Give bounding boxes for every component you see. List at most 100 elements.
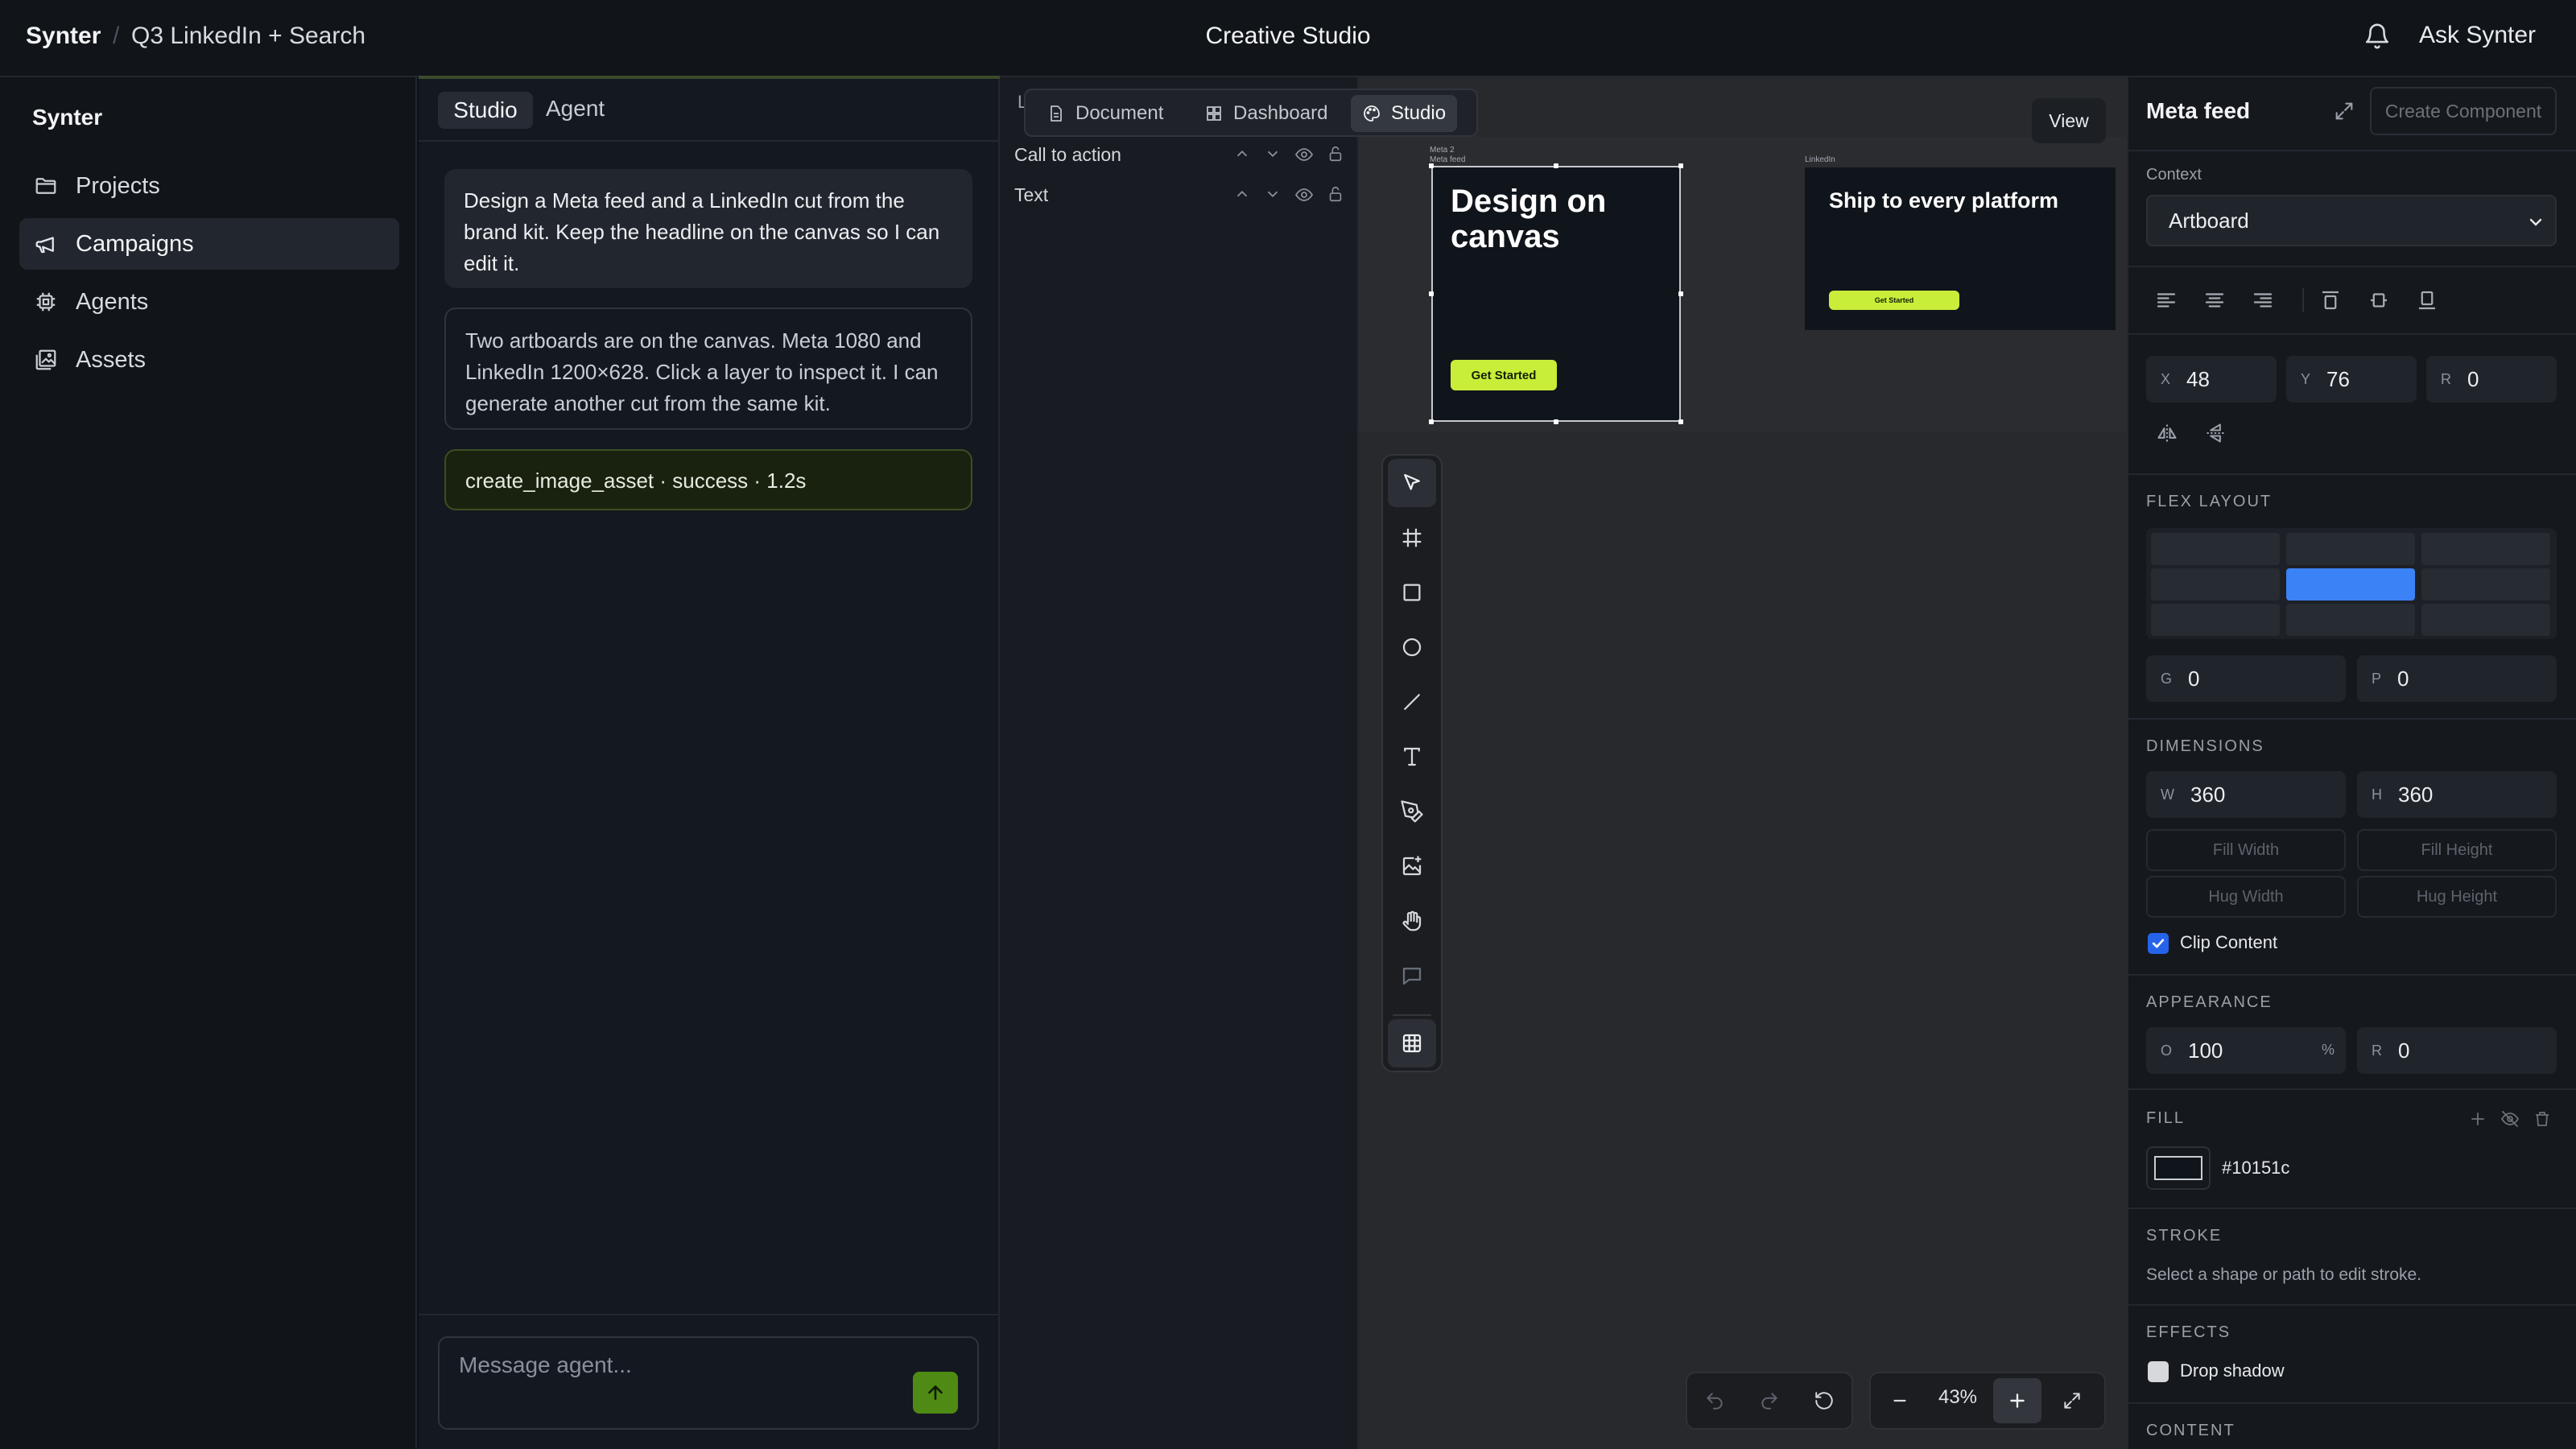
sidebar-item-campaigns[interactable]: Campaigns [19,218,399,270]
zoom-out-button[interactable] [1876,1378,1924,1423]
resize-handle[interactable] [1554,419,1558,424]
frame-tool[interactable] [1388,514,1436,562]
height-field[interactable]: H 360 [2357,771,2557,818]
gap-field[interactable]: G0 [2146,655,2346,702]
grid-cell[interactable] [2151,604,2280,636]
trash-icon[interactable] [2533,1109,2552,1129]
rotation-field[interactable]: R0 [2426,356,2557,402]
field-key: W [2161,786,2174,803]
chevron-down-icon[interactable] [1264,145,1282,164]
sidebar-item-agents[interactable]: Agents [19,276,399,328]
folder-icon [34,174,58,198]
flip-horizontal-icon[interactable] [2156,422,2178,444]
align-bottom-icon[interactable] [2415,288,2439,312]
grid-cell[interactable] [2421,604,2550,636]
unlock-icon[interactable] [1327,145,1344,164]
resize-handle[interactable] [1429,419,1434,424]
artboard-headline[interactable]: Design on canvas [1451,184,1676,254]
rectangle-tool[interactable] [1388,568,1436,617]
fill-color-swatch[interactable] [2146,1146,2211,1190]
sidebar-item-assets[interactable]: Assets [19,334,399,386]
align-center-icon[interactable] [2202,288,2227,312]
resize-handle[interactable] [1429,291,1434,296]
reset-button[interactable] [1800,1378,1848,1423]
comment-tool[interactable] [1388,952,1436,1000]
line-tool[interactable] [1388,678,1436,726]
undo-button[interactable] [1690,1378,1739,1423]
chevron-down-icon[interactable] [1264,185,1282,204]
ellipse-tool[interactable] [1388,623,1436,671]
sidebar-item-projects[interactable]: Projects [19,160,399,212]
fit-screen-button[interactable] [2048,1378,2096,1423]
artboard-cta-button[interactable]: Get Started [1451,360,1557,390]
width-field[interactable]: W 360 [2146,771,2346,818]
view-button[interactable]: View [2032,98,2106,143]
image-gen-tool[interactable] [1388,842,1436,890]
artboard-label-meta[interactable]: Meta feed [1430,155,1465,164]
opacity-field[interactable]: O 100% [2146,1027,2346,1074]
padding-field[interactable]: P0 [2357,655,2557,702]
align-right-icon[interactable] [2251,288,2275,312]
grid-toggle[interactable] [1388,1019,1436,1067]
artboard-label-linkedin[interactable]: LinkedIn [1805,155,1835,164]
text-tool[interactable] [1388,733,1436,781]
layer-text[interactable]: Text [1014,179,1344,211]
resize-handle[interactable] [1678,163,1683,168]
message-input[interactable] [438,1336,979,1430]
grid-cell[interactable] [2421,568,2550,601]
align-top-icon[interactable] [2318,288,2343,312]
select-tool[interactable] [1388,459,1436,507]
flip-vertical-icon[interactable] [2204,422,2227,444]
bell-icon[interactable] [2363,23,2391,50]
pen-tool[interactable] [1388,787,1436,836]
resize-handle[interactable] [1678,419,1683,424]
hug-width-button[interactable]: Hug Width [2146,876,2346,918]
align-left-icon[interactable] [2154,288,2178,312]
chevron-up-icon[interactable] [1233,145,1251,164]
resize-handle[interactable] [1429,163,1434,168]
tab-studio[interactable]: Studio [438,92,533,129]
create-component-button[interactable]: Create Component [2370,87,2557,135]
y-field[interactable]: Y 76 [2286,356,2417,402]
tab-document[interactable]: Document [1035,95,1174,132]
context-select[interactable]: Artboard [2146,195,2557,246]
tool-call-result[interactable]: create_image_asset · success · 1.2s [444,449,972,510]
tab-dashboard[interactable]: Dashboard [1193,95,1339,132]
grid-cell[interactable] [2151,568,2280,601]
clip-content-checkbox[interactable] [2148,933,2169,954]
chevron-up-icon[interactable] [1233,185,1251,204]
x-field[interactable]: X 48 [2146,356,2277,402]
fill-hex-value[interactable]: #10151c [2222,1158,2289,1179]
hug-height-button[interactable]: Hug Height [2357,876,2557,918]
eye-icon[interactable] [1294,185,1314,204]
artboard-headline[interactable]: Ship to every platform [1829,188,2058,213]
tab-agent[interactable]: Agent [546,96,605,122]
grid-cell[interactable] [2421,533,2550,565]
grid-cell[interactable] [2286,604,2415,636]
align-middle-icon[interactable] [2367,288,2391,312]
zoom-level[interactable]: 43% [1918,1386,1998,1409]
grid-cell-selected[interactable] [2286,568,2415,601]
resize-handle[interactable] [1678,291,1683,296]
fill-height-button[interactable]: Fill Height [2357,829,2557,871]
hand-tool[interactable] [1388,897,1436,945]
zoom-in-button[interactable] [1993,1378,2041,1423]
ask-synter-button[interactable]: Ask Synter [2419,22,2536,49]
fill-width-button[interactable]: Fill Width [2146,829,2346,871]
radius-field[interactable]: R0 [2357,1027,2557,1074]
send-button[interactable] [913,1372,958,1414]
tab-studio-view[interactable]: Studio [1351,95,1458,132]
layer-call-to-action[interactable]: Call to action [1014,138,1344,171]
unlock-icon[interactable] [1327,185,1344,204]
plus-icon[interactable] [2468,1109,2487,1129]
drop-shadow-checkbox[interactable] [2148,1361,2169,1382]
artboard-cta-button[interactable]: Get Started [1829,291,1959,310]
resize-handle[interactable] [1554,163,1558,168]
grid-cell[interactable] [2151,533,2280,565]
eye-off-icon[interactable] [2500,1109,2520,1129]
expand-icon[interactable] [2333,100,2355,122]
field-key: P [2372,670,2382,687]
eye-icon[interactable] [1294,145,1314,164]
grid-cell[interactable] [2286,533,2415,565]
redo-button[interactable] [1745,1378,1794,1423]
